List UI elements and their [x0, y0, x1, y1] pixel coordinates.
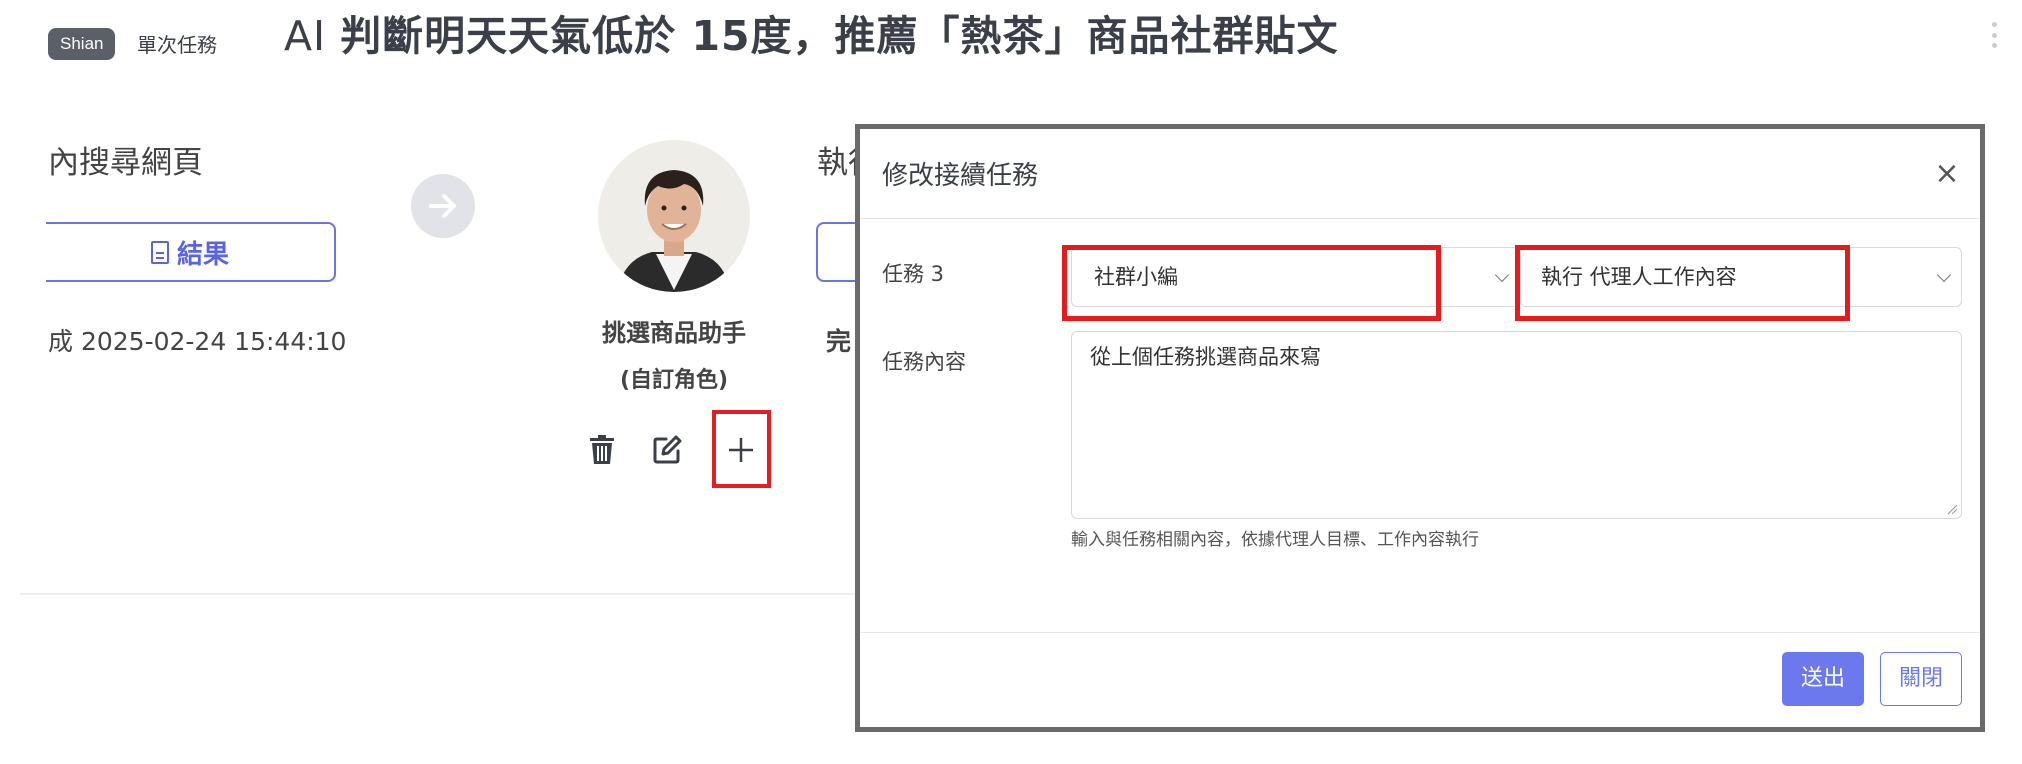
edit-icon[interactable] — [647, 430, 687, 470]
submit-button[interactable]: 送出 — [1782, 652, 1864, 706]
modal-title: 修改接續任務 — [882, 161, 1039, 191]
add-task-highlight — [712, 410, 771, 488]
modal-footer-divider — [860, 632, 1980, 633]
arrow-right-icon — [411, 174, 475, 238]
chevron-down-icon — [1494, 267, 1510, 283]
title-prefix: AI — [284, 12, 327, 60]
task-number-label: 任務 3 — [882, 262, 945, 286]
task-content-textarea[interactable]: 從上個任務挑選商品來寫 — [1071, 331, 1962, 519]
modal-header: 修改接續任務 × — [860, 129, 1980, 219]
task-type-label: 單次任務 — [137, 33, 217, 57]
edit-next-task-modal: 修改接續任務 × 任務 3 社群小編 執行 代理人工作內容 任務內容 從上個任務… — [855, 124, 1985, 732]
step2-completed-time: 完 — [826, 327, 852, 356]
result-button[interactable]: 結果 — [46, 222, 336, 282]
trash-icon[interactable] — [582, 430, 622, 470]
title-text: 判斷明天天氣低於 15度，推薦「熱茶」商品社群貼文 — [340, 12, 1339, 60]
more-options-icon[interactable] — [1990, 22, 1998, 48]
task-content-label: 任務內容 — [882, 350, 966, 374]
action-select-highlight — [1515, 245, 1850, 321]
document-icon — [150, 240, 169, 264]
close-icon[interactable]: × — [1932, 159, 1962, 189]
resize-handle-icon[interactable] — [1946, 503, 1958, 515]
chevron-down-icon — [1936, 267, 1952, 283]
agent-role: (自訂角色) — [619, 368, 729, 393]
user-badge: Shian — [48, 28, 116, 60]
task-content-value: 從上個任務挑選商品來寫 — [1090, 345, 1321, 369]
step1-title: 內搜尋網頁 — [48, 145, 203, 181]
step1-completed-time: 成 2025-02-24 15:44:10 — [48, 327, 347, 356]
agent-name: 挑選商品助手 — [602, 319, 746, 347]
result-button-label: 結果 — [176, 239, 229, 270]
close-button[interactable]: 關閉 — [1880, 652, 1962, 706]
section-divider — [20, 593, 860, 595]
role-select-highlight — [1062, 245, 1441, 321]
task-content-helper-text: 輸入與任務相關內容，依據代理人目標、工作內容執行 — [1071, 530, 1479, 550]
avatar — [598, 140, 750, 292]
page-title: AI 判斷明天天氣低於 15度，推薦「熱茶」商品社群貼文 — [284, 8, 1339, 64]
